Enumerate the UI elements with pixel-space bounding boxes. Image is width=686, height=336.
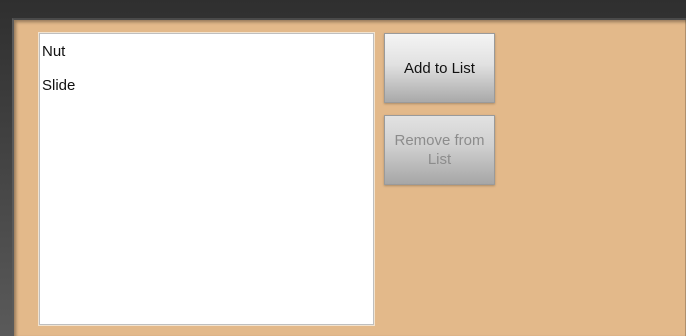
remove-from-list-label: Remove from List bbox=[394, 132, 485, 168]
window-frame: Nut Slide Add to List Remove from List bbox=[0, 0, 686, 336]
add-to-list-label: Add to List bbox=[404, 59, 475, 77]
list-item[interactable]: Nut bbox=[40, 42, 373, 76]
content-panel: Nut Slide Add to List Remove from List bbox=[12, 18, 686, 336]
add-to-list-button[interactable]: Add to List bbox=[384, 33, 495, 103]
remove-from-list-button[interactable]: Remove from List bbox=[384, 115, 495, 185]
item-listbox[interactable]: Nut Slide bbox=[39, 33, 374, 325]
list-item[interactable]: Slide bbox=[40, 76, 373, 110]
